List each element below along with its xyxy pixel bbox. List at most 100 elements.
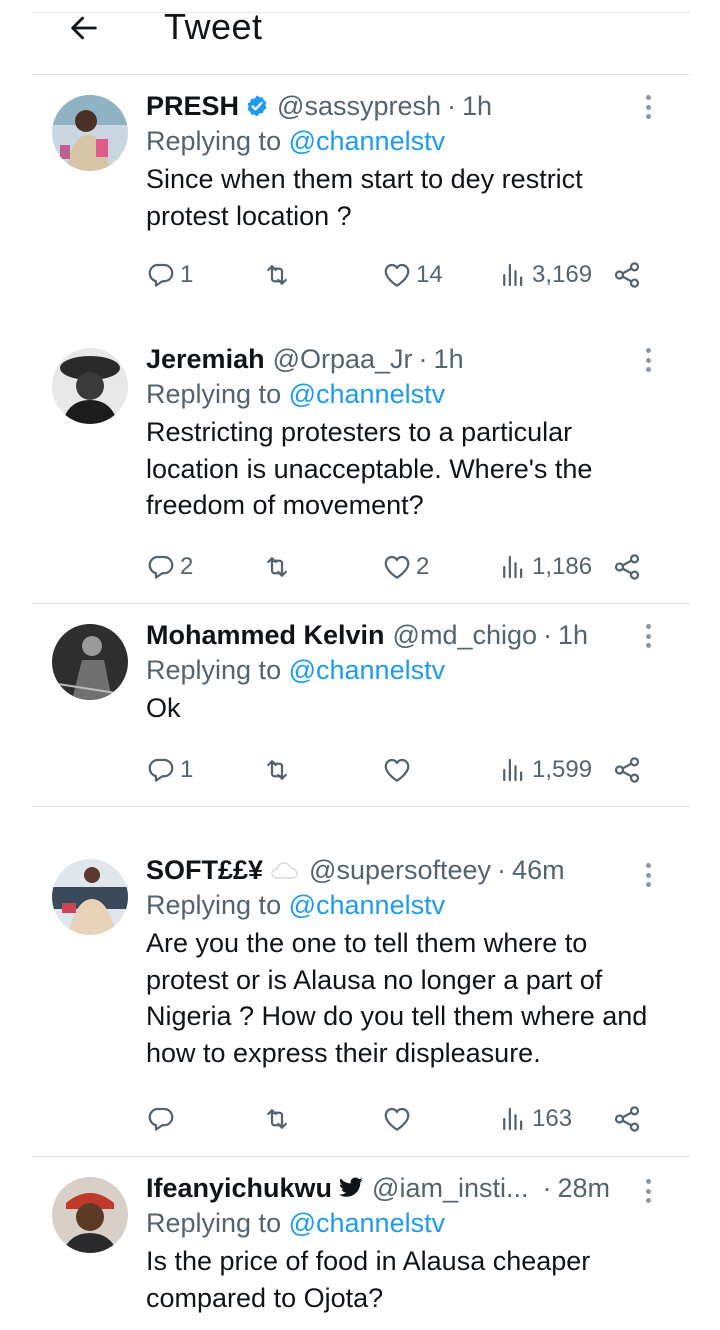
retweet-button[interactable] bbox=[262, 549, 296, 585]
user-handle[interactable]: @supersofteey bbox=[309, 855, 491, 886]
reply-icon bbox=[148, 1107, 174, 1131]
mention-link[interactable]: @channelstv bbox=[289, 379, 446, 409]
timestamp[interactable]: 1h bbox=[558, 620, 588, 651]
separator-dot: · bbox=[418, 343, 428, 374]
tweet-item[interactable]: SOFT££¥ @supersofteey · 46m Replying to … bbox=[32, 807, 690, 1157]
tweet-content: PRESH @sassypresh · 1h Replying to @chan… bbox=[146, 89, 660, 234]
more-options-icon[interactable] bbox=[636, 346, 660, 374]
tweet-header: Jeremiah @Orpaa_Jr · 1h bbox=[146, 342, 660, 376]
views-icon bbox=[503, 555, 523, 579]
reply-count: 2 bbox=[180, 553, 194, 580]
avatar[interactable] bbox=[52, 348, 128, 424]
retweet-icon bbox=[267, 760, 287, 780]
more-options-icon[interactable] bbox=[636, 861, 660, 889]
more-options-icon[interactable] bbox=[636, 1177, 660, 1205]
share-button[interactable] bbox=[612, 257, 642, 293]
page-title: Tweet bbox=[164, 6, 263, 47]
replying-to: Replying to @channelstv bbox=[146, 887, 660, 923]
view-count: 1,599 bbox=[532, 756, 593, 783]
timestamp[interactable]: 46m bbox=[512, 855, 565, 886]
avatar[interactable] bbox=[52, 1177, 128, 1253]
tweet-item[interactable]: Jeremiah @Orpaa_Jr · 1h Replying to @cha… bbox=[32, 328, 690, 604]
view-count: 163 bbox=[532, 1105, 573, 1132]
reply-button[interactable]: 2 bbox=[146, 549, 193, 585]
reply-button[interactable] bbox=[146, 1101, 180, 1137]
tweet-header: Mohammed Kelvin @md_chigo · 1h bbox=[146, 618, 660, 652]
replying-prefix: Replying to bbox=[146, 890, 289, 920]
views-button[interactable]: 3,169 bbox=[498, 257, 592, 293]
user-handle[interactable]: @md_chigo bbox=[393, 620, 537, 651]
share-button[interactable] bbox=[612, 549, 642, 585]
views-icon bbox=[503, 263, 523, 287]
separator-dot: · bbox=[497, 854, 507, 885]
views-button[interactable]: 163 bbox=[498, 1101, 572, 1137]
views-button[interactable]: 1,599 bbox=[498, 752, 592, 788]
tweet-text: Restricting protesters to a particular l… bbox=[146, 417, 593, 520]
timestamp[interactable]: 28m bbox=[558, 1173, 611, 1204]
retweet-button[interactable] bbox=[262, 752, 296, 788]
heart-icon bbox=[384, 555, 410, 579]
avatar[interactable] bbox=[52, 624, 128, 700]
more-options-icon[interactable] bbox=[636, 93, 660, 121]
mention-link[interactable]: @channelstv bbox=[289, 655, 446, 685]
replying-prefix: Replying to bbox=[146, 1208, 289, 1238]
share-button[interactable] bbox=[612, 1101, 642, 1137]
share-button[interactable] bbox=[612, 752, 642, 788]
display-name[interactable]: Jeremiah bbox=[146, 344, 265, 375]
share-icon bbox=[614, 262, 640, 288]
tweet-content: Jeremiah @Orpaa_Jr · 1h Replying to @cha… bbox=[146, 342, 660, 524]
mention-link[interactable]: @channelstv bbox=[289, 1208, 446, 1238]
tweet-item[interactable]: Mohammed Kelvin @md_chigo · 1h Replying … bbox=[32, 604, 690, 807]
tweet-header: PRESH @sassypresh · 1h bbox=[146, 89, 660, 123]
share-icon bbox=[614, 554, 640, 580]
avatar[interactable] bbox=[52, 859, 128, 935]
display-name[interactable]: SOFT££¥ bbox=[146, 855, 263, 886]
tweet-item[interactable]: PRESH @sassypresh · 1h Replying to @chan… bbox=[32, 75, 690, 328]
reply-button[interactable]: 1 bbox=[146, 257, 193, 293]
like-button[interactable]: 14 bbox=[382, 257, 443, 293]
heart-icon bbox=[384, 263, 410, 287]
more-options-icon[interactable] bbox=[636, 622, 660, 650]
tweet-text: Ok bbox=[146, 693, 181, 723]
replying-to: Replying to @channelstv bbox=[146, 652, 660, 688]
tweet-content: Mohammed Kelvin @md_chigo · 1h Replying … bbox=[146, 618, 660, 727]
tweet-item[interactable]: Ifeanyichukwu @iam_insti... · 28m Replyi… bbox=[32, 1157, 690, 1330]
views-button[interactable]: 1,186 bbox=[498, 549, 592, 585]
bird-emoji-icon bbox=[338, 1177, 364, 1199]
separator-dot: · bbox=[542, 1172, 552, 1203]
retweet-icon bbox=[267, 265, 287, 285]
view-count: 1,186 bbox=[532, 553, 593, 580]
like-button[interactable] bbox=[382, 1101, 416, 1137]
user-handle[interactable]: @iam_insti... bbox=[372, 1173, 528, 1204]
back-button[interactable] bbox=[62, 6, 106, 50]
replying-to: Replying to @channelstv bbox=[146, 1205, 660, 1241]
avatar[interactable] bbox=[52, 95, 128, 171]
like-count: 2 bbox=[416, 553, 430, 580]
like-button[interactable] bbox=[382, 752, 416, 788]
separator-dot: · bbox=[447, 90, 456, 121]
mention-link[interactable]: @channelstv bbox=[289, 890, 446, 920]
reply-icon bbox=[148, 555, 174, 579]
share-icon bbox=[614, 1106, 640, 1132]
retweet-icon bbox=[267, 1109, 287, 1129]
timestamp[interactable]: 1h bbox=[434, 344, 464, 375]
display-name[interactable]: Ifeanyichukwu bbox=[146, 1173, 332, 1204]
retweet-button[interactable] bbox=[262, 257, 296, 293]
tweet-thread-page: Tweet PRESH @sassypresh · 1h Replying to… bbox=[0, 0, 720, 1330]
reply-button[interactable]: 1 bbox=[146, 752, 193, 788]
user-handle[interactable]: @Orpaa_Jr bbox=[273, 344, 413, 375]
reply-icon bbox=[148, 758, 174, 782]
header: Tweet bbox=[0, 0, 720, 74]
display-name[interactable]: Mohammed Kelvin bbox=[146, 620, 385, 651]
views-icon bbox=[503, 758, 523, 782]
tweet-header: Ifeanyichukwu @iam_insti... · 28m bbox=[146, 1171, 660, 1205]
replying-prefix: Replying to bbox=[146, 379, 289, 409]
display-name[interactable]: PRESH bbox=[146, 91, 239, 122]
tweet-actions: 163 bbox=[146, 1101, 656, 1137]
mention-link[interactable]: @channelstv bbox=[289, 126, 446, 156]
retweet-button[interactable] bbox=[262, 1101, 296, 1137]
timestamp[interactable]: 1h bbox=[462, 91, 492, 122]
user-handle[interactable]: @sassypresh bbox=[277, 91, 441, 122]
view-count: 3,169 bbox=[532, 261, 593, 288]
like-button[interactable]: 2 bbox=[382, 549, 429, 585]
